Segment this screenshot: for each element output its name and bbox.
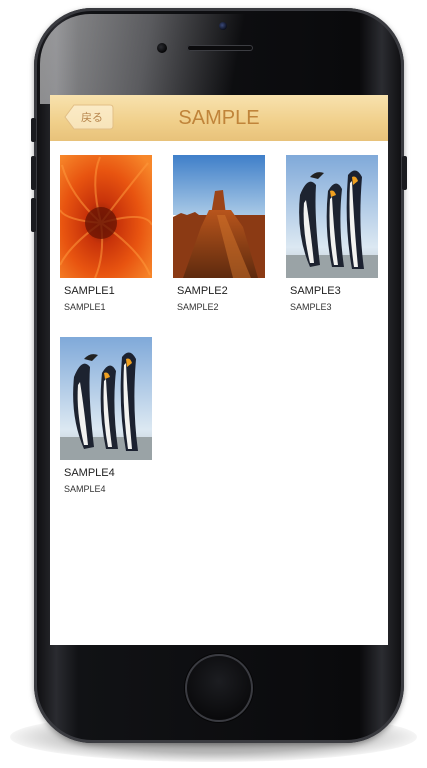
power-button	[402, 156, 407, 190]
home-button[interactable]	[185, 654, 253, 722]
item-thumbnail-penguins	[60, 337, 152, 460]
volume-up-button	[31, 156, 36, 190]
item-subtitle: SAMPLE1	[64, 302, 106, 312]
camera-sensor-icon	[219, 22, 227, 30]
item-subtitle: SAMPLE4	[64, 484, 106, 494]
item-thumbnail-orange-flower	[60, 155, 152, 278]
earpiece-speaker	[187, 45, 253, 51]
app-screen: 戻る SAMPLE SAMPLE1 SAMPLE1 SAMPLE2 SAMPLE…	[50, 95, 388, 645]
item-subtitle: SAMPLE3	[290, 302, 332, 312]
item-grid: SAMPLE1 SAMPLE1 SAMPLE2 SAMPLE2 SAMPLE3 …	[50, 141, 388, 645]
grid-item[interactable]: SAMPLE3 SAMPLE3	[286, 155, 378, 325]
mute-switch	[31, 118, 36, 142]
item-title: SAMPLE4	[64, 467, 115, 479]
item-title: SAMPLE3	[290, 285, 341, 297]
item-thumbnail-penguins	[286, 155, 378, 278]
front-camera-icon	[157, 43, 167, 53]
item-subtitle: SAMPLE2	[177, 302, 219, 312]
grid-item[interactable]: SAMPLE2 SAMPLE2	[173, 155, 265, 325]
item-title: SAMPLE1	[64, 285, 115, 297]
item-thumbnail-desert-butte	[173, 155, 265, 278]
volume-down-button	[31, 198, 36, 232]
grid-item[interactable]: SAMPLE4 SAMPLE4	[60, 337, 152, 507]
item-title: SAMPLE2	[177, 285, 228, 297]
grid-item[interactable]: SAMPLE1 SAMPLE1	[60, 155, 152, 325]
page-title: SAMPLE	[178, 107, 260, 129]
navigation-bar: 戻る SAMPLE	[50, 95, 388, 141]
